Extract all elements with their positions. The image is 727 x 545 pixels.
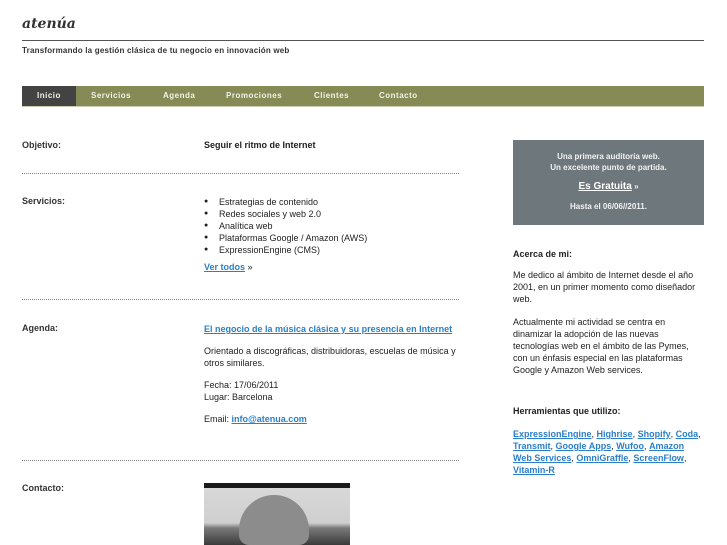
nav-inicio[interactable]: Inicio [37, 86, 61, 106]
list-item: Redes sociales y web 2.0 [204, 208, 459, 220]
divider [22, 460, 459, 461]
header-divider [22, 40, 704, 41]
about-p1: Me dedico al ámbito de Internet desde el… [513, 270, 696, 304]
servicios-list: Estrategias de contenido Redes sociales … [204, 196, 459, 256]
contacto-label: Contacto: [22, 483, 64, 493]
nav-promociones[interactable]: Promociones [226, 86, 282, 106]
ver-todos-link[interactable]: Ver todos [204, 262, 245, 272]
arrow: » [247, 262, 253, 272]
promo-line1: Una primera auditoría web. [557, 152, 660, 161]
about-p2: Actualmente mi actividad se centra en di… [513, 317, 689, 375]
logo[interactable]: atenúa [22, 16, 76, 32]
tool-link[interactable]: Transmit [513, 441, 551, 451]
tool-link[interactable]: Wufoo [616, 441, 644, 451]
agenda-event-link[interactable]: El negocio de la música clásica y su pre… [204, 324, 452, 334]
tool-link[interactable]: Shopify [638, 429, 671, 439]
agenda-label: Agenda: [22, 323, 58, 333]
list-item: ExpressionEngine (CMS) [204, 244, 459, 256]
tool-link[interactable]: Vitamin-R [513, 465, 555, 475]
tagline: Transformando la gestión clásica de tu n… [22, 46, 290, 55]
tool-link[interactable]: Google Apps [556, 441, 612, 451]
arrow: » [634, 182, 639, 191]
tools-list: ExpressionEngine, Highrise, Shopify, Cod… [513, 429, 701, 475]
agenda-content: El negocio de la música clásica y su pre… [204, 323, 459, 435]
nav-clientes[interactable]: Clientes [314, 86, 349, 106]
tool-link[interactable]: Highrise [597, 429, 633, 439]
email-label: Email: [204, 414, 230, 424]
main-nav: Inicio Servicios Agenda Promociones Clie… [22, 86, 704, 107]
tools-title: Herramientas que utilizo: [513, 406, 621, 416]
agenda-fecha: Fecha: 17/06/2011 [204, 380, 279, 390]
agenda-lugar: Lugar: Barcelona [204, 392, 273, 402]
photo-face [239, 495, 309, 545]
list-item: Analítica web [204, 220, 459, 232]
list-item: Plataformas Google / Amazon (AWS) [204, 232, 459, 244]
nav-servicios[interactable]: Servicios [91, 86, 131, 106]
objetivo-value: Seguir el ritmo de Internet [204, 140, 316, 150]
tool-link[interactable]: OmniGraffle [576, 453, 628, 463]
objetivo-label: Objetivo: [22, 140, 62, 150]
es-gratuita-link[interactable]: Es Gratuita [578, 181, 631, 192]
contact-photo [204, 483, 350, 545]
tool-link[interactable]: Coda [676, 429, 699, 439]
promo-until: Hasta el 06/06//2011. [570, 202, 647, 211]
servicios-label: Servicios: [22, 196, 66, 206]
promo-box: Una primera auditoría web. Un excelente … [513, 140, 704, 225]
tool-link[interactable]: ExpressionEngine [513, 429, 592, 439]
promo-line2: Un excelente punto de partida. [550, 163, 667, 172]
tool-link[interactable]: ScreenFlow [633, 453, 684, 463]
list-item: Estrategias de contenido [204, 196, 459, 208]
email-link[interactable]: info@atenua.com [232, 414, 307, 424]
divider [22, 299, 459, 300]
agenda-desc: Orientado a discográficas, distribuidora… [204, 346, 456, 368]
nav-agenda[interactable]: Agenda [163, 86, 195, 106]
nav-contacto[interactable]: Contacto [379, 86, 418, 106]
servicios-content: Estrategias de contenido Redes sociales … [204, 196, 459, 273]
about-title: Acerca de mi: [513, 249, 573, 259]
divider [22, 173, 459, 174]
